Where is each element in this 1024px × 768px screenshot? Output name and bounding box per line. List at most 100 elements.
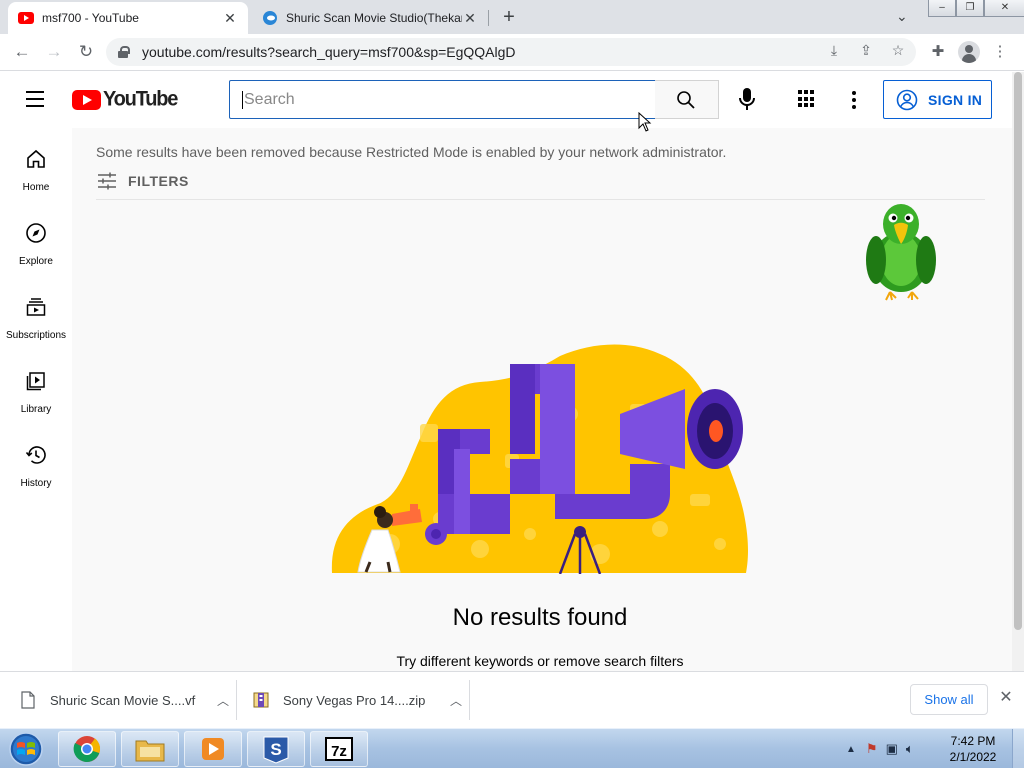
- volume-icon[interactable]: 🔈︎: [906, 741, 914, 757]
- filters-label: FILTERS: [128, 173, 189, 189]
- youtube-logo[interactable]: YouTube: [72, 87, 178, 111]
- install-icon[interactable]: ⤓: [824, 40, 844, 60]
- taskbar-chrome[interactable]: [58, 731, 116, 767]
- address-bar[interactable]: youtube.com/results?search_query=msf700&…: [106, 38, 916, 66]
- taskbar-7zip[interactable]: 7z: [310, 731, 368, 767]
- windows-taskbar: S 7z ▲ ⚑ ▣ 🔈︎ 7:42 PM 2/1/2022: [0, 728, 1024, 768]
- microphone-icon[interactable]: [735, 86, 759, 112]
- account-circle-icon: [896, 89, 918, 110]
- show-desktop-button[interactable]: [1012, 729, 1024, 768]
- show-hidden-icons-icon[interactable]: ▲: [846, 744, 856, 755]
- tab-youtube[interactable]: msf700 - YouTube ✕: [8, 2, 248, 34]
- windows-start-orb-icon[interactable]: [2, 730, 54, 768]
- reload-icon[interactable]: ↻: [74, 40, 98, 64]
- network-icon[interactable]: ▣: [886, 741, 898, 757]
- subscriptions-icon: [26, 298, 46, 316]
- download-divider: [469, 680, 470, 720]
- clock-time: 7:42 PM: [950, 734, 996, 748]
- restore-icon[interactable]: ❐: [956, 0, 984, 17]
- svg-text:7z: 7z: [331, 743, 347, 760]
- no-results-telescope-illustration: [331, 344, 748, 574]
- tab-title: msf700 - YouTube: [42, 11, 139, 25]
- text-caret: [242, 90, 243, 109]
- library-icon: [26, 372, 45, 391]
- chrome-menu-icon[interactable]: ⋮: [988, 40, 1012, 64]
- no-results-hint: Try different keywords or remove search …: [396, 653, 684, 669]
- action-center-flag-icon[interactable]: ⚑: [866, 741, 878, 757]
- sidebar-item-label: Library: [20, 404, 52, 415]
- tab-search-chevron-icon[interactable]: ⌄: [896, 8, 908, 25]
- sidebar-item-label: Explore: [19, 256, 53, 267]
- filters-button[interactable]: FILTERS: [96, 172, 189, 190]
- taskbar-clock[interactable]: 7:42 PM 2/1/2022: [940, 733, 1006, 765]
- seven-zip-icon: 7z: [325, 737, 353, 761]
- search-button[interactable]: [655, 80, 719, 119]
- filters-divider: [96, 199, 985, 200]
- tab-title: Shuric Scan Movie Studio(Thekar: [286, 11, 462, 25]
- no-results-title: No results found: [452, 604, 628, 631]
- svg-text:S: S: [270, 740, 281, 759]
- download-item[interactable]: Sony Vegas Pro 14....zip ︿: [253, 672, 463, 728]
- search-placeholder: Search: [244, 90, 295, 108]
- shuric-scan-icon: S: [263, 736, 289, 764]
- chevron-up-icon[interactable]: ︿: [449, 692, 463, 709]
- search-icon: [677, 91, 695, 109]
- page-scrollbar[interactable]: [1012, 72, 1024, 671]
- window-controls: – ❐ ✕: [928, 0, 1024, 18]
- tab-shuric[interactable]: Shuric Scan Movie Studio(Thekar ✕: [252, 2, 488, 34]
- window-close-icon[interactable]: ✕: [984, 0, 1024, 17]
- url-text: youtube.com/results?search_query=msf700&…: [142, 44, 516, 60]
- show-all-button[interactable]: Show all: [910, 684, 988, 715]
- chrome-icon: [73, 736, 101, 763]
- sidebar-item-explore[interactable]: Explore: [0, 206, 72, 280]
- share-icon[interactable]: ⇪: [856, 40, 876, 60]
- sidebar-item-subscriptions[interactable]: Subscriptions: [0, 280, 72, 354]
- compass-icon: [26, 223, 46, 243]
- sidebar-item-history[interactable]: History: [0, 428, 72, 502]
- close-downloads-icon[interactable]: ✕: [998, 690, 1014, 706]
- hamburger-menu-icon[interactable]: [26, 91, 46, 107]
- tab-divider: [488, 10, 489, 26]
- new-tab-plus-icon[interactable]: +: [498, 7, 520, 29]
- filter-sliders-icon: [98, 172, 116, 190]
- youtube-favicon-icon: [18, 10, 34, 26]
- sidebar-item-label: Home: [22, 182, 50, 193]
- sidebar-item-label: Subscriptions: [5, 330, 67, 341]
- chevron-up-icon[interactable]: ︿: [216, 692, 230, 709]
- back-arrow-icon[interactable]: ←: [10, 40, 34, 64]
- restricted-mode-notice: Some results have been removed because R…: [96, 144, 727, 160]
- sign-in-label: SIGN IN: [928, 91, 983, 108]
- downloads-shelf: Shuric Scan Movie S....vf ︿ Sony Vegas P…: [0, 671, 1024, 728]
- parrot-desktop-buddy-icon[interactable]: [862, 200, 940, 304]
- lock-icon: [118, 46, 130, 58]
- taskbar-file-explorer[interactable]: [121, 731, 179, 767]
- sidebar-item-home[interactable]: Home: [0, 132, 72, 206]
- tab-close-icon[interactable]: ✕: [462, 10, 478, 26]
- download-item[interactable]: Shuric Scan Movie S....vf ︿: [20, 672, 230, 728]
- taskbar-shuric-scan[interactable]: S: [247, 731, 305, 767]
- sign-in-button[interactable]: SIGN IN: [883, 80, 992, 119]
- taskbar-media-player[interactable]: [184, 731, 242, 767]
- extensions-puzzle-icon[interactable]: ✚: [926, 40, 950, 64]
- minimize-icon[interactable]: –: [928, 0, 956, 17]
- forward-arrow-icon[interactable]: →: [42, 40, 66, 64]
- more-options-icon[interactable]: [852, 89, 858, 111]
- folder-icon: [135, 740, 165, 762]
- profile-avatar-icon[interactable]: [958, 41, 980, 63]
- scrollbar-thumb[interactable]: [1014, 72, 1022, 630]
- bookmark-star-icon[interactable]: ☆: [888, 40, 908, 60]
- media-player-icon: [202, 738, 224, 760]
- download-filename: Shuric Scan Movie S....vf: [50, 692, 196, 708]
- file-icon: [21, 691, 35, 709]
- youtube-play-icon: [72, 89, 101, 110]
- tab-close-icon[interactable]: ✕: [222, 10, 238, 26]
- youtube-header: YouTube Search SIGN IN: [0, 72, 1012, 128]
- home-icon: [27, 149, 45, 168]
- apps-grid-icon[interactable]: [797, 89, 817, 109]
- edge-favicon-icon: [262, 10, 278, 26]
- history-icon: [25, 446, 46, 464]
- sidebar-item-library[interactable]: Library: [0, 354, 72, 428]
- system-tray: ▲ ⚑ ▣ 🔈︎: [840, 729, 914, 768]
- download-divider: [236, 680, 237, 720]
- search-input[interactable]: Search: [229, 80, 656, 119]
